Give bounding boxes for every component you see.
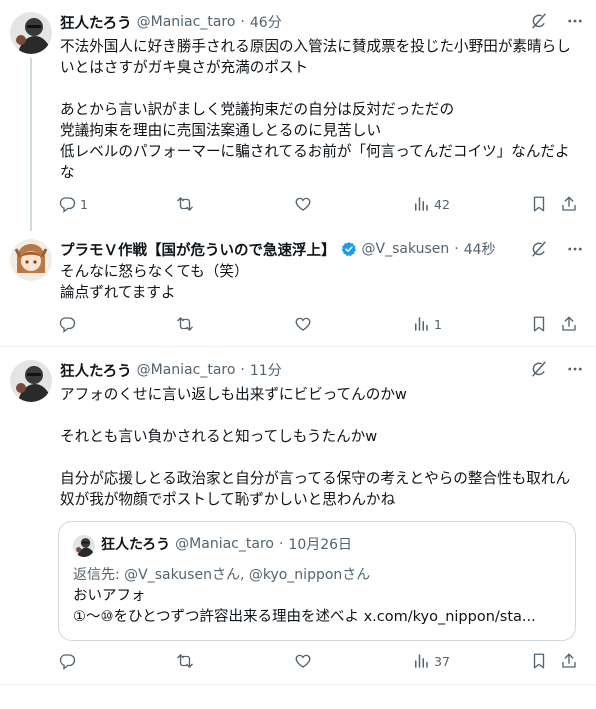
timestamp[interactable]: 46分 bbox=[250, 12, 282, 32]
bookmark-icon bbox=[530, 195, 548, 213]
quote-avatar-image bbox=[73, 535, 95, 557]
tweet-text: そんなに怒らなくても（笑） 論点ずれてますよ bbox=[60, 261, 580, 303]
bookmark-icon bbox=[530, 315, 548, 333]
avatar-image bbox=[10, 239, 52, 281]
share-icon bbox=[560, 652, 578, 670]
tweet-text: 不法外国人に好き勝手される原因の入管法に賛成票を投じた小野田が素晴らしいとはさす… bbox=[60, 36, 580, 183]
separator-dot: · bbox=[240, 14, 245, 30]
more-icon[interactable] bbox=[566, 360, 584, 378]
more-icon[interactable] bbox=[566, 12, 584, 30]
retweet-button[interactable] bbox=[176, 652, 198, 670]
reply-icon bbox=[58, 195, 76, 213]
views-button[interactable]: 42 bbox=[412, 195, 450, 213]
quote-header: 狂人たろう @Maniac_taro · 10月26日 bbox=[101, 534, 352, 554]
display-name[interactable]: 狂人たろう bbox=[60, 360, 132, 381]
display-name[interactable]: 狂人たろう bbox=[60, 12, 132, 33]
retweet-icon bbox=[176, 195, 194, 213]
like-icon bbox=[294, 315, 312, 333]
like-button[interactable] bbox=[294, 195, 316, 213]
quoted-tweet[interactable]: 狂人たろう @Maniac_taro · 10月26日 返信先: @V_saku… bbox=[58, 521, 576, 641]
tweet-header: 狂人たろう @Maniac_taro · 46分 bbox=[60, 10, 282, 34]
views-icon bbox=[412, 195, 430, 213]
reply-icon bbox=[58, 315, 76, 333]
action-bar: 37 bbox=[58, 652, 583, 674]
reply-mentions: @V_sakusenさん, @kyo_nipponさん bbox=[124, 567, 371, 583]
tweet-body: 不法外国人に好き勝手される原因の入管法に賛成票を投じた小野田が素晴らしいとはさす… bbox=[60, 38, 571, 181]
bookmark-button[interactable] bbox=[530, 315, 548, 333]
avatar[interactable] bbox=[10, 239, 52, 281]
tweet-text: アフォのくせに言い返しも出来ずにビビってんのかw それとも言い負かされると知って… bbox=[60, 384, 580, 510]
quote-display-name: 狂人たろう bbox=[101, 537, 171, 553]
bookmark-icon bbox=[530, 652, 548, 670]
views-count: 42 bbox=[434, 196, 450, 212]
user-handle[interactable]: @V_sakusen bbox=[362, 241, 450, 257]
avatar-image bbox=[10, 360, 52, 402]
share-icon bbox=[560, 315, 578, 333]
display-name[interactable]: プラモＶ作戦【国が危ういので急速浮上】 bbox=[60, 239, 336, 260]
quote-user-handle: @Maniac_taro bbox=[175, 536, 274, 552]
tweet-body: そんなに怒らなくても（笑） 論点ずれてますよ bbox=[60, 263, 249, 301]
bookmark-button[interactable] bbox=[530, 195, 548, 213]
share-button[interactable] bbox=[560, 315, 578, 333]
like-icon bbox=[294, 195, 312, 213]
avatar[interactable] bbox=[10, 360, 52, 402]
share-icon bbox=[560, 195, 578, 213]
verified-icon bbox=[341, 242, 356, 257]
avatar-image bbox=[10, 12, 52, 54]
tweet-body: アフォのくせに言い返しも出来ずにビビってんのかw それとも言い負かされると知って… bbox=[60, 386, 571, 508]
reply-button[interactable]: 1 bbox=[58, 195, 88, 213]
quote-text: おいアフォ ①～⑩をひとつずつ許容出来る理由を述べよ x.com/kyo_nip… bbox=[73, 588, 536, 625]
avatar[interactable] bbox=[10, 12, 52, 54]
quote-avatar bbox=[73, 535, 95, 557]
tweet-3[interactable]: 狂人たろう @Maniac_taro · 11分 アフォのくせに言い返しも出来ず… bbox=[0, 348, 596, 685]
views-icon bbox=[412, 652, 430, 670]
action-bar: 1 bbox=[58, 315, 583, 337]
reply-button[interactable] bbox=[58, 315, 80, 333]
more-icon[interactable] bbox=[566, 240, 584, 258]
user-handle[interactable]: @Maniac_taro bbox=[137, 362, 236, 378]
reply-icon bbox=[58, 652, 76, 670]
grok-icon[interactable] bbox=[530, 360, 548, 378]
thread-line bbox=[30, 58, 32, 231]
views-button[interactable]: 37 bbox=[412, 652, 450, 670]
tweet-2[interactable]: プラモＶ作戦【国が危ういので急速浮上】 @V_sakusen · 44秒 そんな… bbox=[0, 231, 596, 347]
share-button[interactable] bbox=[560, 652, 578, 670]
reply-count: 1 bbox=[80, 196, 88, 212]
views-button[interactable]: 1 bbox=[412, 315, 442, 333]
timestamp[interactable]: 44秒 bbox=[464, 239, 496, 259]
retweet-button[interactable] bbox=[176, 195, 198, 213]
quote-separator-dot: · bbox=[278, 536, 284, 552]
like-button[interactable] bbox=[294, 315, 316, 333]
like-button[interactable] bbox=[294, 652, 316, 670]
quote-date: 10月26日 bbox=[288, 537, 353, 553]
separator-dot: · bbox=[454, 241, 459, 257]
grok-icon[interactable] bbox=[530, 240, 548, 258]
tweet-1[interactable]: 狂人たろう @Maniac_taro · 46分 不法外国人に好き勝手される原因… bbox=[0, 0, 596, 231]
tweet-header: プラモＶ作戦【国が危ういので急速浮上】 @V_sakusen · 44秒 bbox=[60, 237, 496, 261]
action-bar: 1 42 bbox=[58, 195, 583, 217]
like-icon bbox=[294, 652, 312, 670]
views-count: 37 bbox=[434, 653, 450, 669]
timestamp[interactable]: 11分 bbox=[250, 360, 282, 380]
retweet-icon bbox=[176, 315, 194, 333]
retweet-button[interactable] bbox=[176, 315, 198, 333]
quote-reply-to: 返信先: @V_sakusenさん, @kyo_nipponさん bbox=[73, 564, 370, 584]
reply-prefix: 返信先: bbox=[73, 567, 125, 583]
separator-dot: · bbox=[240, 362, 245, 378]
views-count: 1 bbox=[434, 316, 442, 332]
tweet-header: 狂人たろう @Maniac_taro · 11分 bbox=[60, 358, 282, 382]
grok-icon[interactable] bbox=[530, 12, 548, 30]
bookmark-button[interactable] bbox=[530, 652, 548, 670]
reply-button[interactable] bbox=[58, 652, 80, 670]
share-button[interactable] bbox=[560, 195, 578, 213]
views-icon bbox=[412, 315, 430, 333]
user-handle[interactable]: @Maniac_taro bbox=[137, 14, 236, 30]
retweet-icon bbox=[176, 652, 194, 670]
